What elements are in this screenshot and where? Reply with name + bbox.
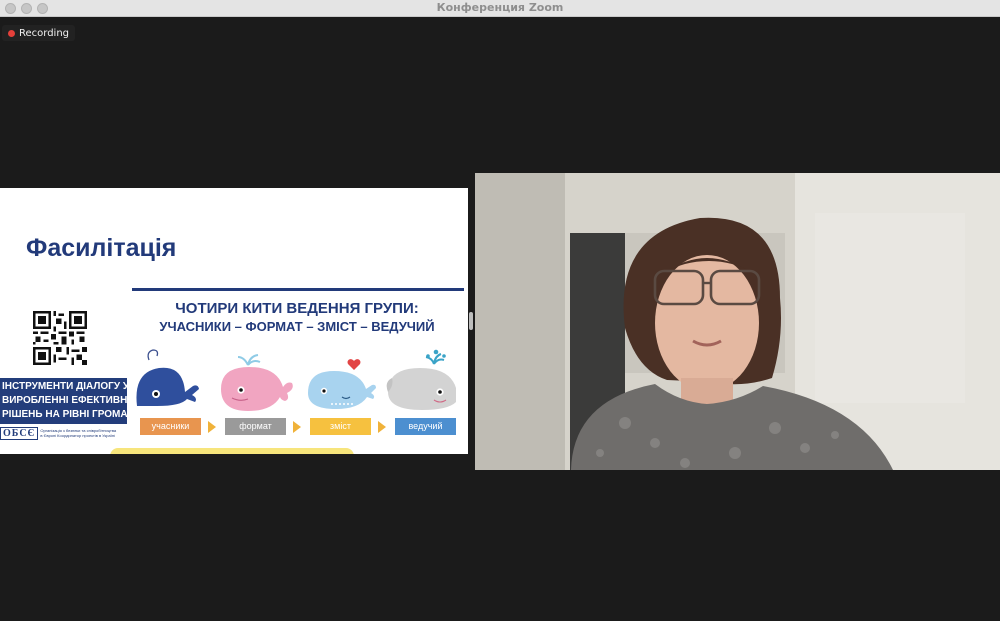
- osce-wordmark: ОБСЄ: [0, 426, 39, 440]
- arrow-right-icon: [293, 421, 301, 433]
- step-tag-format: формат: [225, 418, 286, 435]
- window-title-bar: Конференция Zoom: [0, 0, 1000, 17]
- shared-screen[interactable]: Фасилітація ЧОТИРИ КИТИ ВЕДЕННЯ ГРУПИ: У…: [0, 188, 468, 454]
- step-tag-participants: учасники: [140, 418, 201, 435]
- project-title-line: ВИРОБЛЕННІ ЕФЕКТИВНИХ: [2, 395, 142, 406]
- blue-whale-illustration: [136, 349, 199, 406]
- participant-video-feed-icon: [475, 173, 1000, 470]
- step-tag-content: зміст: [310, 418, 371, 435]
- pink-whale-illustration: [221, 354, 293, 411]
- project-title-line: ІНСТРУМЕНТИ ДІАЛОГУ У: [2, 381, 130, 392]
- slide-heading-line2: УЧАСНИКИ – ФОРМАТ – ЗМІСТ – ВЕДУЧИЙ: [159, 319, 435, 334]
- light-blue-whale-illustration: [308, 359, 376, 409]
- recording-label: Recording: [19, 27, 70, 39]
- project-title-line: РІШЕНЬ НА РІВНІ ГРОМАДИ: [2, 409, 143, 420]
- osce-caption: Організація з безпеки та співробітництва…: [40, 428, 117, 438]
- gray-whale-illustration: [386, 349, 456, 410]
- participant-video-tile[interactable]: [475, 173, 1000, 470]
- split-view-divider-handle[interactable]: [469, 312, 473, 330]
- arrow-right-icon: [208, 421, 216, 433]
- slide-footer-bar: [110, 448, 354, 454]
- step-tag-facilitator: ведучий: [395, 418, 456, 435]
- arrow-right-icon: [378, 421, 386, 433]
- project-title-box: ІНСТРУМЕНТИ ДІАЛОГУ У ВИРОБЛЕННІ ЕФЕКТИВ…: [0, 378, 143, 424]
- recording-indicator[interactable]: Recording: [2, 25, 76, 41]
- osce-logo: ОБСЄ Організація з безпеки та співробітн…: [0, 426, 130, 440]
- slide-divider: [132, 288, 464, 291]
- recording-dot-icon: [8, 29, 15, 37]
- qr-code-icon: [33, 311, 87, 365]
- slide-title: Фасилітація: [26, 234, 177, 262]
- slide-heading-line1: ЧОТИРИ КИТИ ВЕДЕННЯ ГРУПИ:: [175, 300, 419, 317]
- window-title: Конференция Zoom: [436, 1, 564, 14]
